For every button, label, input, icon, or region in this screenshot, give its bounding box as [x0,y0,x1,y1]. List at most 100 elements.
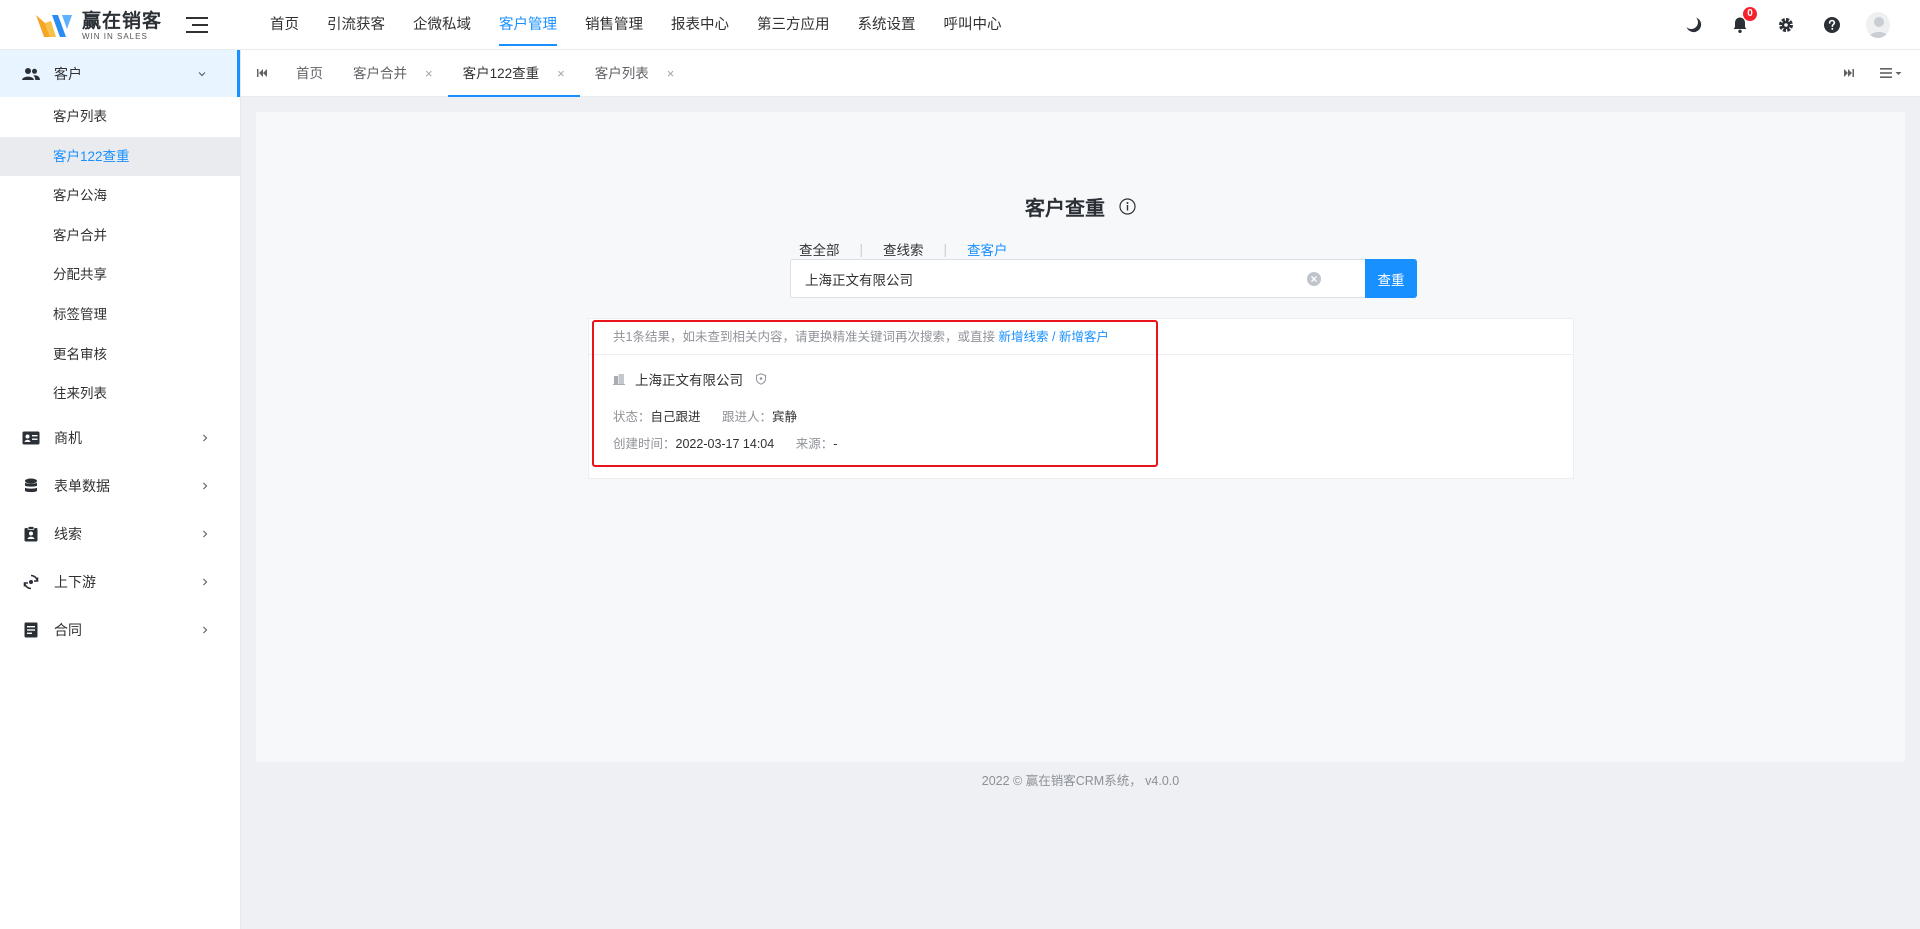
id-card-icon [22,429,40,447]
user-icon [1869,17,1889,38]
tab-label: 客户合并 [353,66,407,81]
search-input[interactable] [803,260,1306,297]
sidebar-group-contracts[interactable]: 合同 [0,606,240,654]
notification-button[interactable]: 0 [1728,7,1757,37]
sidebar: 客户 客户列表 客户122查重 客户公海 客户合并 分配共享 标签管理 更名审核… [0,50,241,929]
owner-value: 宾静 [772,410,798,424]
tabs-bar: 首页 客户合并 × 客户122查重 × 客户列表 × [241,50,1920,97]
footer: 2022 © 赢在销客CRM系统， v4.0.0 [981,774,1180,788]
gear-icon [1779,18,1793,32]
mode-search-leads[interactable]: 查线索 [883,239,924,259]
chevron-right-icon [203,578,208,586]
chevron-down-icon [198,71,206,76]
topnav-item-home[interactable]: 首页 [256,0,313,50]
sidebar-group-label: 商机 [54,429,82,446]
users-icon [22,65,40,83]
divider: | [943,241,948,257]
sidebar-item-contacts-list[interactable]: 往来列表 [0,374,240,414]
page-title-row: 客户查重 [256,192,1905,221]
topnav-item-reports[interactable]: 报表中心 [657,0,743,50]
sidebar-group-label: 线索 [54,525,82,542]
sidebar-item-customer-pool[interactable]: 客户公海 [0,176,240,216]
close-icon[interactable]: × [667,50,675,97]
topnav-item-third-party[interactable]: 第三方应用 [743,0,844,50]
chevron-right-icon [203,482,208,490]
dedupe-search-button[interactable]: 查重 [1365,259,1417,298]
topnav-item-settings[interactable]: 系统设置 [844,0,930,50]
settings-button[interactable] [1774,13,1798,37]
page-title: 客户查重 [1025,198,1105,220]
brand-logo[interactable]: 赢在销客 WIN IN SALES [34,10,162,42]
sidebar-item-customer-list[interactable]: 客户列表 [0,97,240,137]
created-value: 2022-03-17 14:04 [675,437,775,451]
topnav-item-sales[interactable]: 销售管理 [571,0,657,50]
topnav-item-acquisition[interactable]: 引流获客 [313,0,399,50]
header-actions: 0 [1660,0,1890,50]
brand-name-en: WIN IN SALES [82,31,148,41]
tab-label: 首页 [296,66,323,81]
sidebar-group-form-data[interactable]: 表单数据 [0,462,240,510]
sidebar-item-customer-dedupe[interactable]: 客户122查重 [0,136,240,177]
topnav-item-wecom[interactable]: 企微私域 [399,0,485,50]
sidebar-group-label: 表单数据 [54,477,110,494]
search-field [790,259,1372,298]
user-menu[interactable] [1866,12,1890,38]
mode-search-customers[interactable]: 查客户 [967,239,1008,259]
clipboard-icon [22,525,40,543]
sidebar-item-assign-share[interactable]: 分配共享 [0,255,240,295]
tab-customer-dedupe[interactable]: 客户122查重 × [447,50,580,97]
sidebar-group-label: 客户 [54,65,82,82]
sidebar-group-leads[interactable]: 线索 [0,510,240,558]
result-item[interactable]: 上海正文有限公司 状态：自己跟进 跟进人：宾静 创建时间：2022-03-17 … [613,369,1153,454]
tab-menu-icon[interactable] [1878,64,1904,82]
database-icon [22,477,40,495]
chevron-right-icon [203,626,208,634]
sidebar-item-customer-merge[interactable]: 客户合并 [0,216,240,256]
moon-icon [1686,17,1702,33]
sidebar-item-tag-management[interactable]: 标签管理 [0,295,240,335]
tabs: 首页 客户合并 × 客户122查重 × 客户列表 × [281,50,689,97]
refresh-icon [22,573,40,591]
divider: | [859,241,864,257]
help-button[interactable] [1820,13,1844,37]
tab-customer-merge[interactable]: 客户合并 × [338,50,448,97]
clear-icon[interactable] [1306,271,1322,287]
close-icon[interactable]: × [557,50,565,97]
chevron-right-icon [203,530,208,538]
shield-icon[interactable] [755,373,767,385]
topnav-item-customers[interactable]: 客户管理 [485,0,571,50]
info-icon[interactable] [1119,198,1136,215]
tab-scroll-right-icon[interactable] [1842,66,1856,80]
owner-label: 跟进人： [722,410,773,424]
sidebar-group-label: 合同 [54,621,82,638]
notification-badge: 0 [1743,7,1757,21]
result-meta-created: 创建时间：2022-03-17 14:04 来源：- [613,434,1153,454]
sidebar-item-rename-review[interactable]: 更名审核 [0,335,240,375]
theme-toggle[interactable] [1682,13,1706,37]
tab-label: 客户列表 [594,66,649,81]
result-company-name[interactable]: 上海正文有限公司 [635,369,743,389]
sidebar-group-opportunities[interactable]: 商机 [0,414,240,462]
menu-toggle-icon[interactable] [186,15,208,35]
help-icon [1824,17,1840,33]
sidebar-group-supply-chain[interactable]: 上下游 [0,558,240,606]
avatar [1866,12,1890,38]
dedupe-panel: 客户查重 查全部 | 查线索 | 查客户 查重 共1条结果，如未查到相关内容，请… [256,112,1905,762]
new-customer-link[interactable]: 新增客户 [1059,330,1109,344]
result-meta-status: 状态：自己跟进 跟进人：宾静 [613,407,1153,427]
document-icon [22,621,40,639]
topnav-item-call-center[interactable]: 呼叫中心 [930,0,1016,50]
results-summary-text: 共1条结果，如未查到相关内容，请更换精准关键词再次搜索，或直接 [613,330,995,344]
close-icon[interactable]: × [425,50,433,97]
new-lead-link[interactable]: 新增线索 [998,330,1048,344]
tab-scroll-left-icon[interactable] [255,66,269,80]
chevron-right-icon [203,434,208,442]
sidebar-group-customers[interactable]: 客户 [0,50,240,97]
link-separator: / [1051,330,1056,344]
building-icon [613,374,625,385]
tab-label: 客户122查重 [462,66,540,81]
tab-home[interactable]: 首页 [281,50,338,97]
mode-search-all[interactable]: 查全部 [799,239,840,259]
brand-name: 赢在销客 [82,10,163,32]
tab-customer-list[interactable]: 客户列表 × [580,50,690,97]
